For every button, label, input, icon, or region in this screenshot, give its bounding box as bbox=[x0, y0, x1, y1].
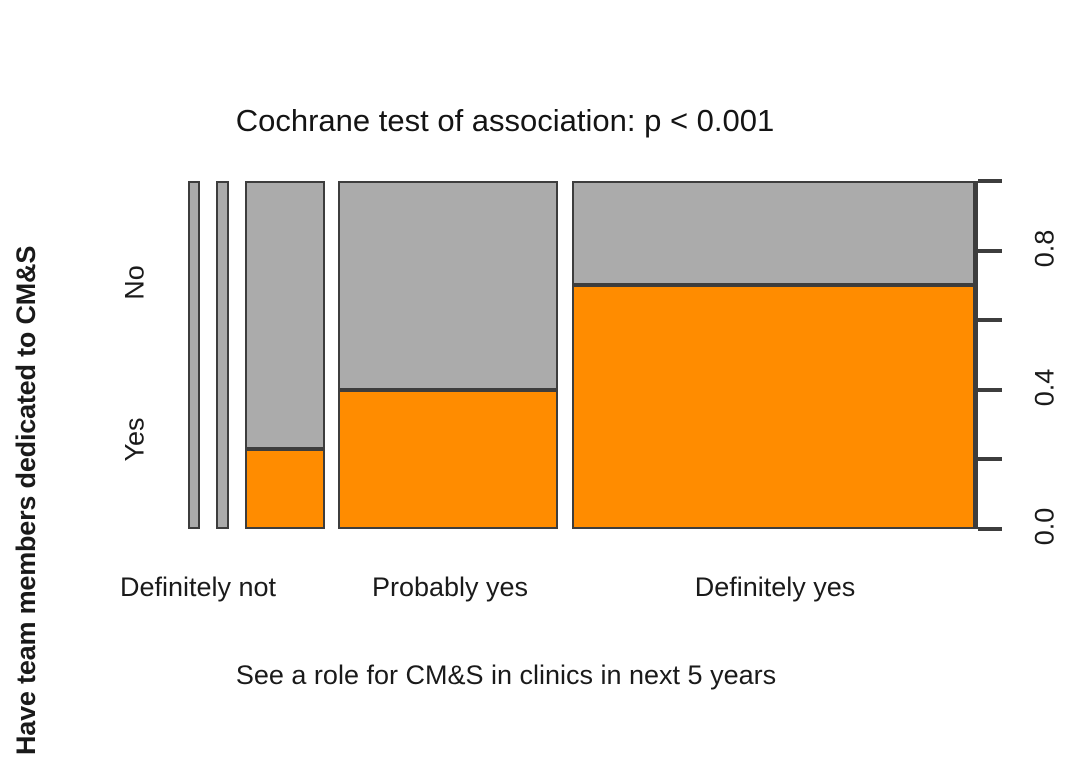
axis-tick-3 bbox=[978, 318, 1002, 323]
response-label-no: No bbox=[119, 265, 150, 301]
axis-tick-label-0.8: 0.8 bbox=[1029, 229, 1060, 267]
mosaic-tile-no-3 bbox=[245, 181, 325, 449]
axis-tick-label-0.4: 0.4 bbox=[1029, 368, 1060, 407]
plot-area bbox=[186, 181, 977, 529]
mosaic-column-3 bbox=[245, 181, 325, 529]
axis-tick-1 bbox=[978, 457, 1002, 462]
mosaic-tile-yes-5 bbox=[572, 285, 975, 529]
mosaic-column-2 bbox=[216, 181, 229, 529]
axis-tick-0 bbox=[978, 527, 1002, 531]
axis-tick-4 bbox=[978, 248, 1002, 253]
mosaic-tile-no-4 bbox=[338, 181, 558, 390]
x-category-label-1: Definitely not bbox=[119, 572, 277, 602]
mosaic-tile-no-1 bbox=[188, 181, 200, 529]
x-axis-title: See a role for CM&S in clinics in next 5… bbox=[235, 660, 777, 690]
response-label-yes: Yes bbox=[119, 417, 150, 462]
mosaic-column-4 bbox=[338, 181, 558, 529]
mosaic-column-1 bbox=[188, 181, 200, 529]
mosaic-tile-yes-3 bbox=[245, 449, 325, 529]
axis-tick-2 bbox=[978, 387, 1002, 392]
x-category-label-3: Definitely yes bbox=[694, 572, 856, 602]
mosaic-tile-yes-4 bbox=[338, 390, 558, 529]
axis-tick-label-0.0: 0.0 bbox=[1029, 507, 1060, 546]
mosaic-tile-no-2 bbox=[216, 181, 229, 529]
x-category-label-2: Probably yes bbox=[371, 572, 529, 602]
axis-tick-5 bbox=[978, 179, 1002, 183]
mosaic-column-5 bbox=[572, 181, 975, 529]
mosaic-tile-no-5 bbox=[572, 181, 975, 285]
plot-title: Cochrane test of association: p < 0.001 bbox=[235, 103, 775, 138]
right-axis-line bbox=[974, 179, 1002, 531]
mosaic-plot-figure: Have team members dedicated to CM&S Coch… bbox=[0, 0, 1072, 763]
